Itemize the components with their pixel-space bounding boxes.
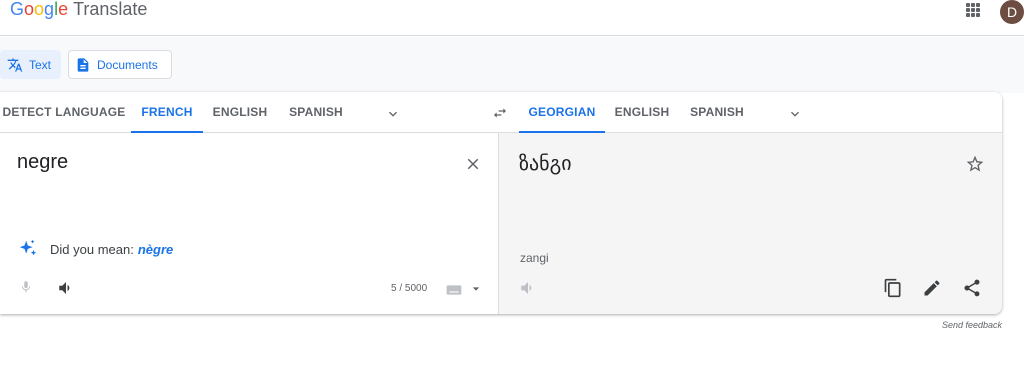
keyboard-options-arrow-icon[interactable] [472, 285, 480, 293]
avatar[interactable]: D [1000, 0, 1024, 24]
transliteration: zangi [520, 251, 549, 265]
keyboard-icon[interactable] [446, 284, 462, 296]
character-count: 5 / 5000 [391, 283, 428, 294]
tab-source-english[interactable]: ENGLISH [207, 92, 273, 133]
logo-letter: G [10, 0, 25, 19]
logo-letter: o [34, 0, 45, 19]
tab-target-english[interactable]: ENGLISH [609, 92, 675, 133]
source-panel: negre Did you mean: nègre 5 / 5000 [0, 133, 499, 314]
product-name: Translate [73, 0, 148, 19]
logo-letter: o [24, 0, 35, 19]
logo-letter: e [58, 0, 69, 19]
top-bar: Google Translate D [0, 0, 1024, 36]
swap-languages-icon[interactable] [490, 105, 510, 121]
listen-translation-speaker-icon[interactable] [519, 279, 537, 297]
share-icon[interactable] [962, 278, 982, 298]
translation-card: DETECT LANGUAGE FRENCH ENGLISH SPANISH G… [0, 92, 1002, 314]
target-panel: ზანგი zangi [499, 133, 1002, 314]
text-mode-button[interactable]: Text [0, 50, 61, 79]
tab-target-georgian[interactable]: GEORGIAN [519, 92, 605, 133]
documents-mode-button[interactable]: Documents [68, 50, 172, 79]
suggest-edit-pencil-icon[interactable] [922, 278, 942, 298]
source-text-input[interactable]: negre [17, 151, 68, 174]
save-translation-star-icon[interactable] [965, 154, 985, 174]
google-translate-logo[interactable]: Google Translate [10, 0, 147, 20]
tab-source-french[interactable]: FRENCH [131, 92, 203, 133]
language-bar: DETECT LANGUAGE FRENCH ENGLISH SPANISH G… [0, 92, 1002, 133]
apps-grid-icon[interactable] [966, 3, 980, 17]
microphone-icon[interactable] [19, 278, 33, 296]
listen-source-speaker-icon[interactable] [57, 279, 75, 297]
tab-target-spanish[interactable]: SPANISH [684, 92, 750, 133]
source-more-languages-chevron-down-icon[interactable] [385, 106, 401, 122]
sparkle-icon [19, 239, 37, 256]
did-you-mean-label: Did you mean: [50, 241, 134, 257]
document-icon [77, 57, 89, 72]
copy-translation-icon[interactable] [883, 278, 903, 298]
did-you-mean-suggestion-link[interactable]: nègre [138, 242, 173, 257]
tab-detect-language[interactable]: DETECT LANGUAGE [0, 92, 128, 133]
send-feedback-link[interactable]: Send feedback [942, 320, 1002, 330]
translate-icon [7, 57, 23, 72]
translation-output: ზანგი [519, 151, 572, 175]
clear-source-text-close-icon[interactable] [464, 155, 482, 173]
target-more-languages-chevron-down-icon[interactable] [787, 106, 803, 122]
tab-source-spanish[interactable]: SPANISH [283, 92, 349, 133]
logo-letter: g [44, 0, 55, 19]
did-you-mean: Did you mean: nègre [17, 238, 173, 260]
documents-mode-label: Documents [97, 57, 158, 72]
text-mode-label: Text [29, 57, 52, 72]
